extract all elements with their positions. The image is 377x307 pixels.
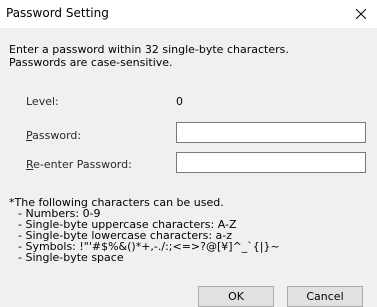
reenter-password-label: Re-enter Password: (26, 158, 132, 172)
reenter-password-input[interactable] (176, 152, 366, 173)
reenter-label-text: e-enter Password: (33, 158, 132, 171)
cancel-button[interactable]: Cancel (287, 286, 363, 307)
window-title: Password Setting (6, 6, 109, 20)
note-item: - Single-byte space (18, 251, 124, 264)
level-label: Level: (26, 95, 59, 108)
close-button[interactable] (344, 0, 377, 28)
password-setting-dialog: Password Setting Enter a password within… (0, 0, 377, 307)
allowed-characters-notes: *The following characters can be used. -… (9, 197, 280, 263)
password-label: Password: (26, 129, 81, 143)
instructions: Enter a password within 32 single-byte c… (9, 43, 289, 69)
instruction-line-2: Passwords are case-sensitive. (9, 56, 173, 69)
close-icon (356, 9, 366, 19)
ok-button[interactable]: OK (198, 286, 274, 307)
instruction-line-1: Enter a password within 32 single-byte c… (9, 43, 289, 56)
level-value: 0 (176, 95, 183, 108)
title-bar: Password Setting (0, 0, 377, 28)
password-input[interactable] (176, 122, 366, 143)
password-label-text: assword: (32, 129, 82, 142)
